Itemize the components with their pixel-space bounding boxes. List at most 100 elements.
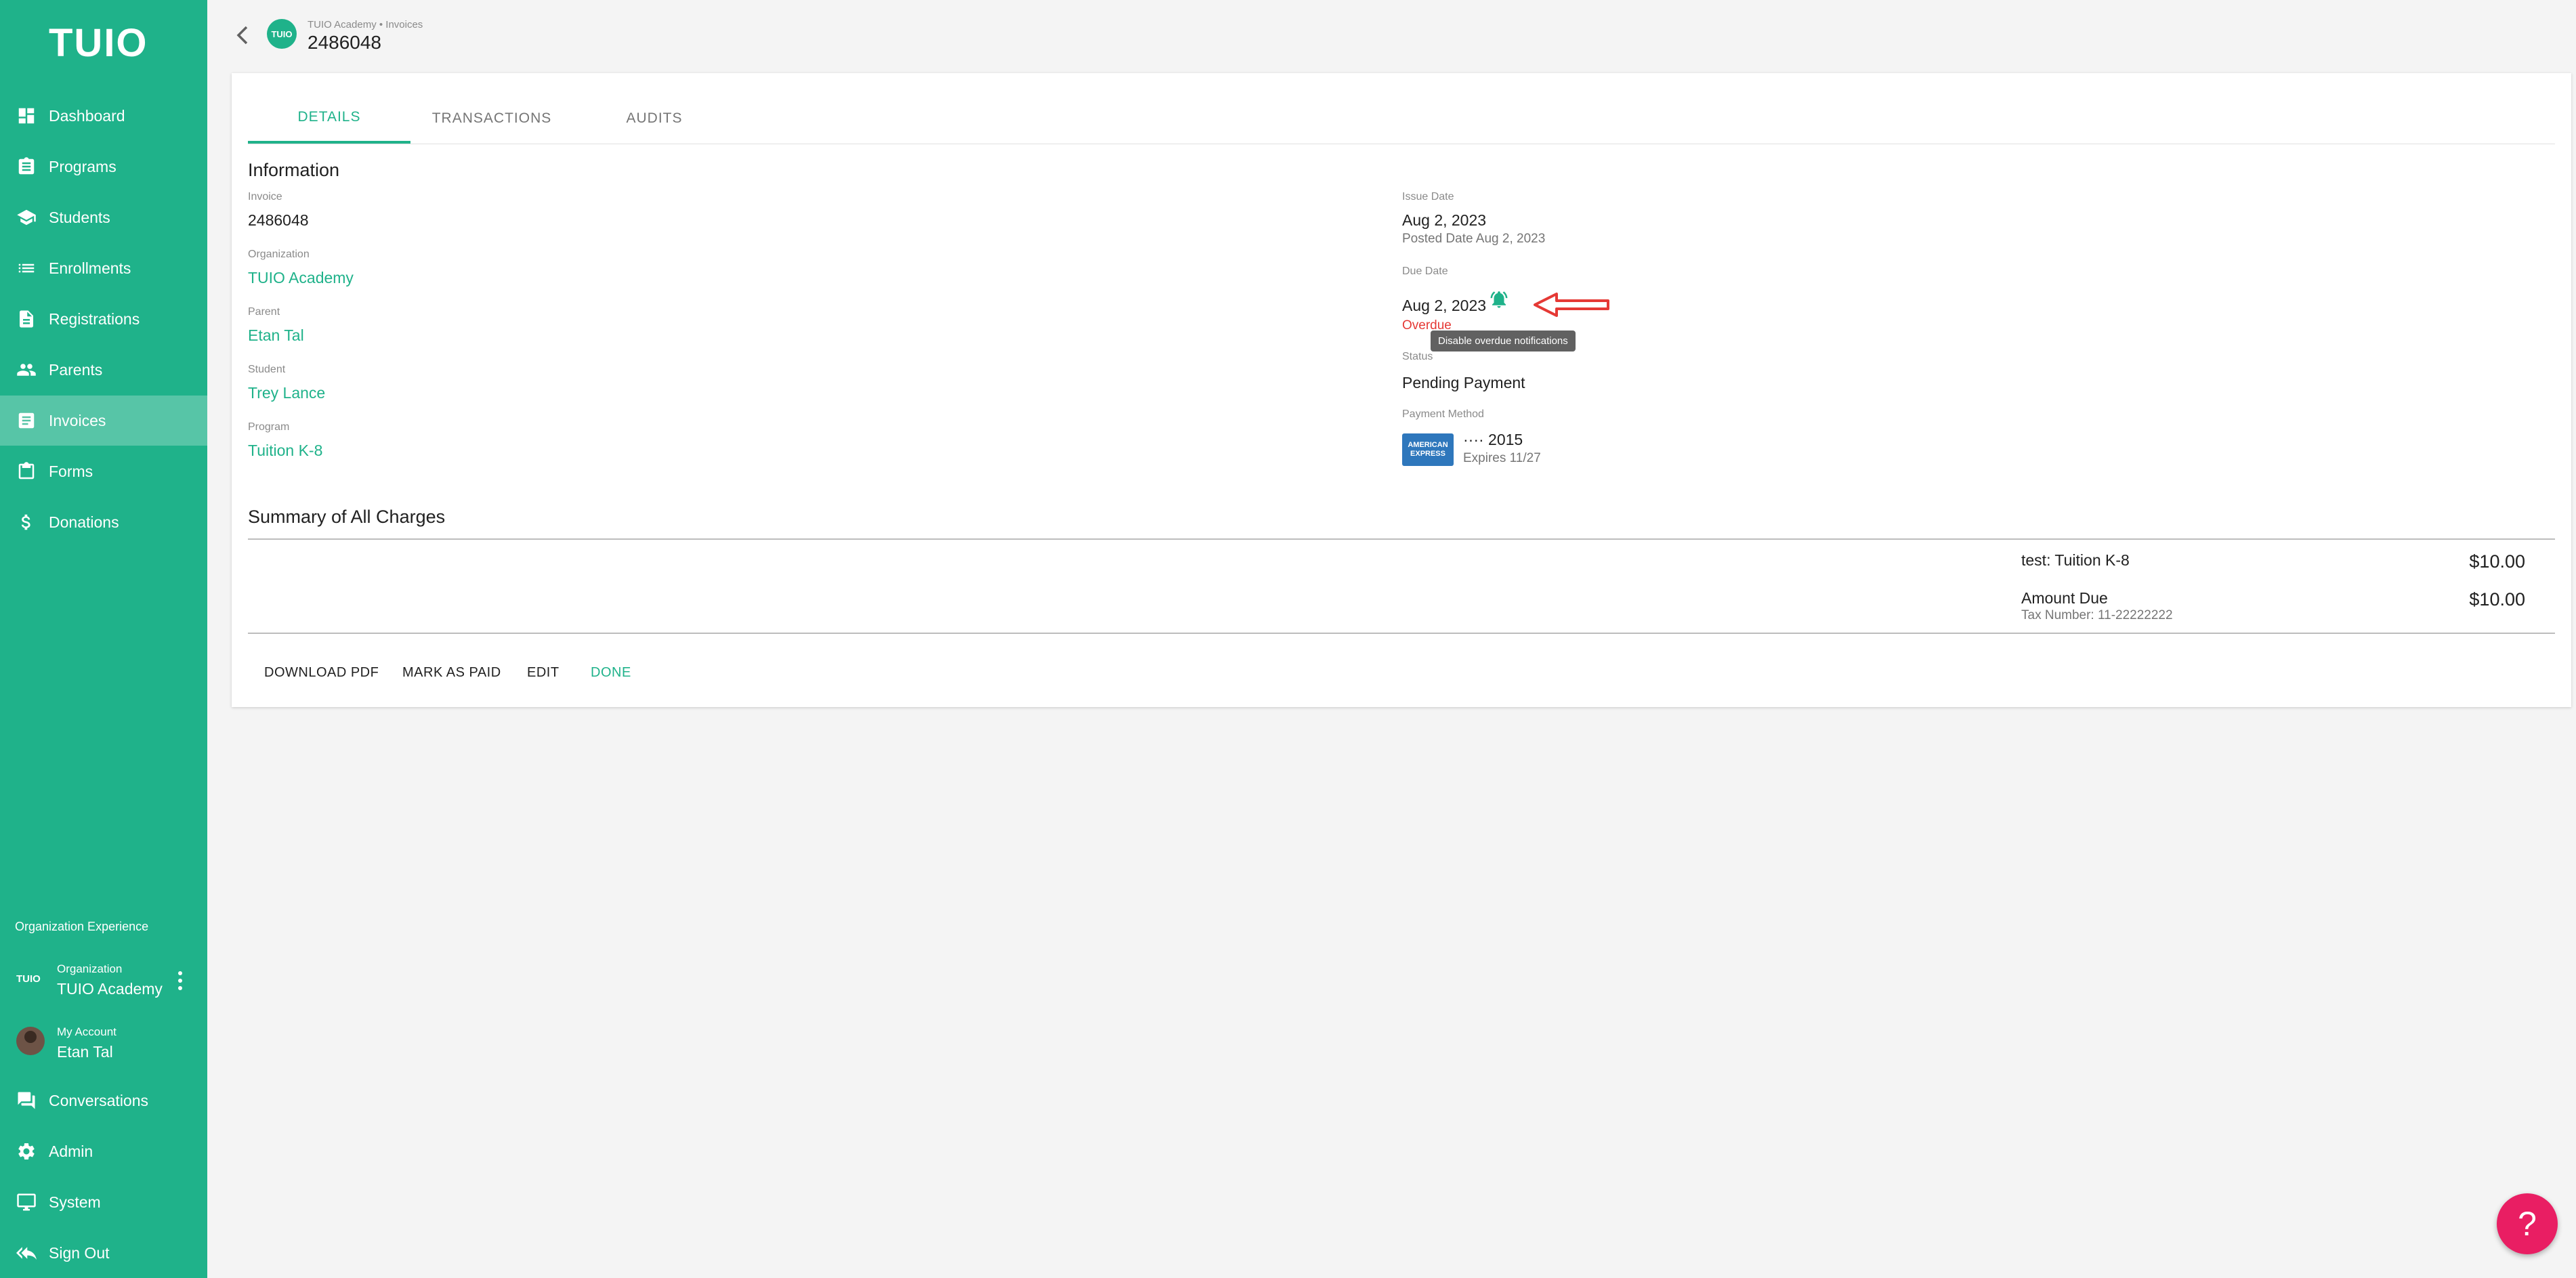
charge-amount: $10.00 (2469, 551, 2525, 572)
student-link[interactable]: Trey Lance (248, 384, 325, 402)
edit-button[interactable]: EDIT (527, 665, 559, 681)
chevron-left-icon (236, 26, 248, 45)
chat-icon (16, 1090, 37, 1111)
sidebar-item-students[interactable]: Students (0, 192, 207, 242)
parent-link[interactable]: Etan Tal (248, 326, 304, 345)
parent-label: Parent (248, 306, 280, 318)
tab-details[interactable]: DETAILS (248, 93, 410, 144)
sidebar-item-label: Donations (49, 513, 119, 531)
organization-label: Organization (248, 249, 310, 260)
tab-audits[interactable]: AUDITS (573, 93, 736, 144)
avatar (16, 1027, 45, 1055)
more-vert-icon[interactable] (173, 969, 187, 992)
card-number: ···· 2015 (1463, 431, 1523, 448)
people-icon (16, 360, 37, 380)
amex-card-icon: AMERICAN EXPRESS (1402, 433, 1454, 466)
due-date-label: Due Date (1402, 265, 1448, 277)
monitor-icon (16, 1192, 37, 1212)
sidebar-item-registrations[interactable]: Registrations (0, 294, 207, 344)
sidebar-item-forms[interactable]: Forms (0, 446, 207, 496)
dollar-icon (16, 512, 37, 532)
sidebar-item-label: Enrollments (49, 259, 131, 277)
organization-link[interactable]: TUIO Academy (248, 269, 354, 287)
issue-date-label: Issue Date (1402, 191, 1454, 203)
card-brand-line2: EXPRESS (1410, 450, 1445, 458)
sidebar-item-donations[interactable]: Donations (0, 497, 207, 547)
invoice-card: DETAILS TRANSACTIONS AUDITS Information … (232, 73, 2571, 707)
student-label: Student (248, 364, 286, 375)
sidebar-item-programs[interactable]: Programs (0, 142, 207, 192)
org-caption: Organization (57, 962, 123, 975)
sidebar-item-admin[interactable]: Admin (0, 1126, 207, 1176)
sidebar-item-label: Admin (49, 1142, 93, 1160)
done-button[interactable]: DONE (591, 665, 631, 681)
status-label: Status (1402, 351, 1433, 362)
due-date-value: Aug 2, 2023 (1402, 297, 1487, 314)
page-title: 2486048 (308, 32, 382, 53)
org-switcher[interactable]: TUIO Organization TUIO Academy (0, 958, 207, 999)
gear-icon (16, 1141, 37, 1162)
account-caption: My Account (57, 1025, 117, 1038)
download-pdf-button[interactable]: DOWNLOAD PDF (264, 665, 379, 681)
summary-divider-top (248, 538, 2555, 540)
help-button[interactable]: ? (2497, 1193, 2558, 1254)
sidebar-item-label: System (49, 1193, 101, 1211)
mark-as-paid-button[interactable]: MARK AS PAID (402, 665, 501, 681)
sidebar-item-label: Students (49, 208, 110, 226)
back-button[interactable] (234, 24, 251, 46)
sidebar-item-label: Conversations (49, 1091, 149, 1109)
my-account[interactable]: My Account Etan Tal (0, 1023, 207, 1063)
amount-due-label: Amount Due (2021, 589, 2108, 607)
clipboard-icon (16, 461, 37, 482)
sidebar-item-dashboard[interactable]: Dashboard (0, 91, 207, 141)
sidebar-item-sign-out[interactable]: Sign Out (0, 1228, 207, 1278)
school-icon (16, 207, 37, 228)
sidebar: TUIO Dashboard Programs Students Enrollm… (0, 0, 207, 1278)
sidebar-item-label: Parents (49, 360, 103, 379)
program-link[interactable]: Tuition K-8 (248, 442, 322, 460)
posted-date: Posted Date Aug 2, 2023 (1402, 232, 1546, 246)
tab-transactions[interactable]: TRANSACTIONS (410, 93, 573, 144)
charge-name: test: Tuition K-8 (2021, 551, 2130, 569)
sidebar-item-conversations[interactable]: Conversations (0, 1075, 207, 1126)
summary-divider-bottom (248, 633, 2555, 634)
org-experience-label: Organization Experience (15, 920, 149, 933)
sidebar-item-enrollments[interactable]: Enrollments (0, 243, 207, 293)
reply-all-icon (16, 1243, 37, 1263)
invoice-label: Invoice (248, 191, 282, 203)
card-expires: Expires 11/27 (1463, 451, 1541, 465)
sidebar-item-invoices[interactable]: Invoices (0, 396, 207, 446)
account-name: Etan Tal (57, 1043, 113, 1061)
invoice-icon (16, 410, 37, 431)
arrow-annotation (1534, 293, 1609, 317)
program-label: Program (248, 421, 290, 433)
sidebar-item-label: Registrations (49, 310, 140, 328)
breadcrumb[interactable]: TUIO Academy • Invoices (308, 19, 423, 30)
bell-icon[interactable] (1489, 289, 1509, 310)
information-title: Information (248, 160, 340, 180)
sidebar-item-label: Dashboard (49, 106, 125, 125)
app-logo[interactable]: TUIO (49, 20, 148, 66)
org-name: TUIO Academy (57, 980, 163, 998)
tax-number: Tax Number: 11-22222222 (2021, 608, 2173, 622)
org-avatar: TUIO (267, 19, 297, 49)
card-brand-line1: AMERICAN (1408, 441, 1448, 449)
sidebar-item-system[interactable]: System (0, 1177, 207, 1227)
sidebar-item-label: Forms (49, 462, 93, 480)
summary-title: Summary of All Charges (248, 507, 446, 527)
sidebar-item-label: Sign Out (49, 1243, 110, 1262)
list-icon (16, 258, 37, 278)
org-logo: TUIO (16, 973, 41, 985)
dashboard-icon (16, 106, 37, 126)
sidebar-item-label: Invoices (49, 411, 106, 429)
document-icon (16, 309, 37, 329)
amount-due-value: $10.00 (2469, 589, 2525, 610)
programs-icon (16, 156, 37, 177)
status-value: Pending Payment (1402, 374, 1525, 391)
invoice-value: 2486048 (248, 211, 309, 229)
payment-method-label: Payment Method (1402, 408, 1484, 420)
sidebar-item-parents[interactable]: Parents (0, 345, 207, 395)
issue-date-value: Aug 2, 2023 (1402, 211, 1487, 229)
tab-bar: DETAILS TRANSACTIONS AUDITS (248, 93, 2555, 144)
overdue-tooltip: Disable overdue notifications (1431, 331, 1576, 352)
